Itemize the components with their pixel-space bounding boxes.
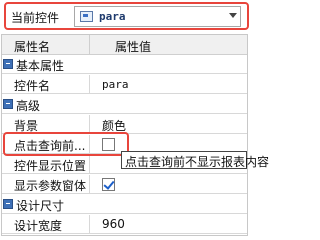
category-label: 高级: [16, 99, 41, 113]
property-row-show-param-window[interactable]: 显示参数窗体: [2, 175, 247, 194]
grid-header: 属性名 属性值: [2, 35, 247, 55]
column-divider: [89, 175, 90, 194]
combo-value: para: [99, 10, 126, 23]
tooltip: 点击查询前不显示报表内容: [121, 151, 269, 169]
property-value[interactable]: para: [102, 78, 129, 91]
current-control-combo[interactable]: para: [74, 6, 241, 27]
show-param-window-checkbox[interactable]: [102, 178, 115, 191]
column-divider: [89, 215, 90, 234]
collapse-icon[interactable]: [3, 59, 13, 69]
property-name: 控件显示位置: [14, 159, 87, 173]
header-property-value: 属性值: [115, 40, 152, 54]
property-value[interactable]: 颜色: [102, 117, 126, 134]
property-name: 背景: [14, 119, 39, 133]
category-label: 基本属性: [16, 59, 65, 73]
property-row-design-width[interactable]: 设计宽度 960: [2, 215, 247, 234]
header-divider: [89, 35, 90, 55]
property-row-background[interactable]: 背景 颜色: [2, 115, 247, 134]
collapse-icon[interactable]: [3, 199, 13, 209]
property-row-control-name[interactable]: 控件名 para: [2, 75, 247, 94]
column-divider: [89, 115, 90, 134]
chevron-down-icon[interactable]: [229, 13, 237, 18]
property-value[interactable]: 960: [102, 217, 125, 231]
category-basic[interactable]: 基本属性: [2, 55, 247, 74]
hide-before-query-checkbox[interactable]: [102, 138, 115, 151]
category-design-size[interactable]: 设计尺寸: [2, 195, 247, 214]
property-grid: 属性名 属性值 基本属性 控件名 para 高级 背景 颜色 点击查询前... …: [1, 34, 248, 236]
header-property-name: 属性名: [14, 40, 51, 54]
property-name: 设计宽度: [14, 219, 63, 233]
property-name: 控件名: [14, 79, 51, 93]
property-name: 点击查询前...: [14, 139, 86, 153]
column-divider: [89, 75, 90, 94]
category-label: 设计尺寸: [16, 199, 65, 213]
column-divider: [89, 135, 90, 154]
category-advanced[interactable]: 高级: [2, 95, 247, 114]
column-divider: [89, 155, 90, 174]
control-selector-bar: 当前控件 para: [0, 0, 249, 32]
control-type-icon: [80, 11, 93, 22]
property-name: 显示参数窗体: [14, 179, 87, 193]
collapse-icon[interactable]: [3, 99, 13, 109]
current-control-label: 当前控件: [11, 11, 60, 25]
